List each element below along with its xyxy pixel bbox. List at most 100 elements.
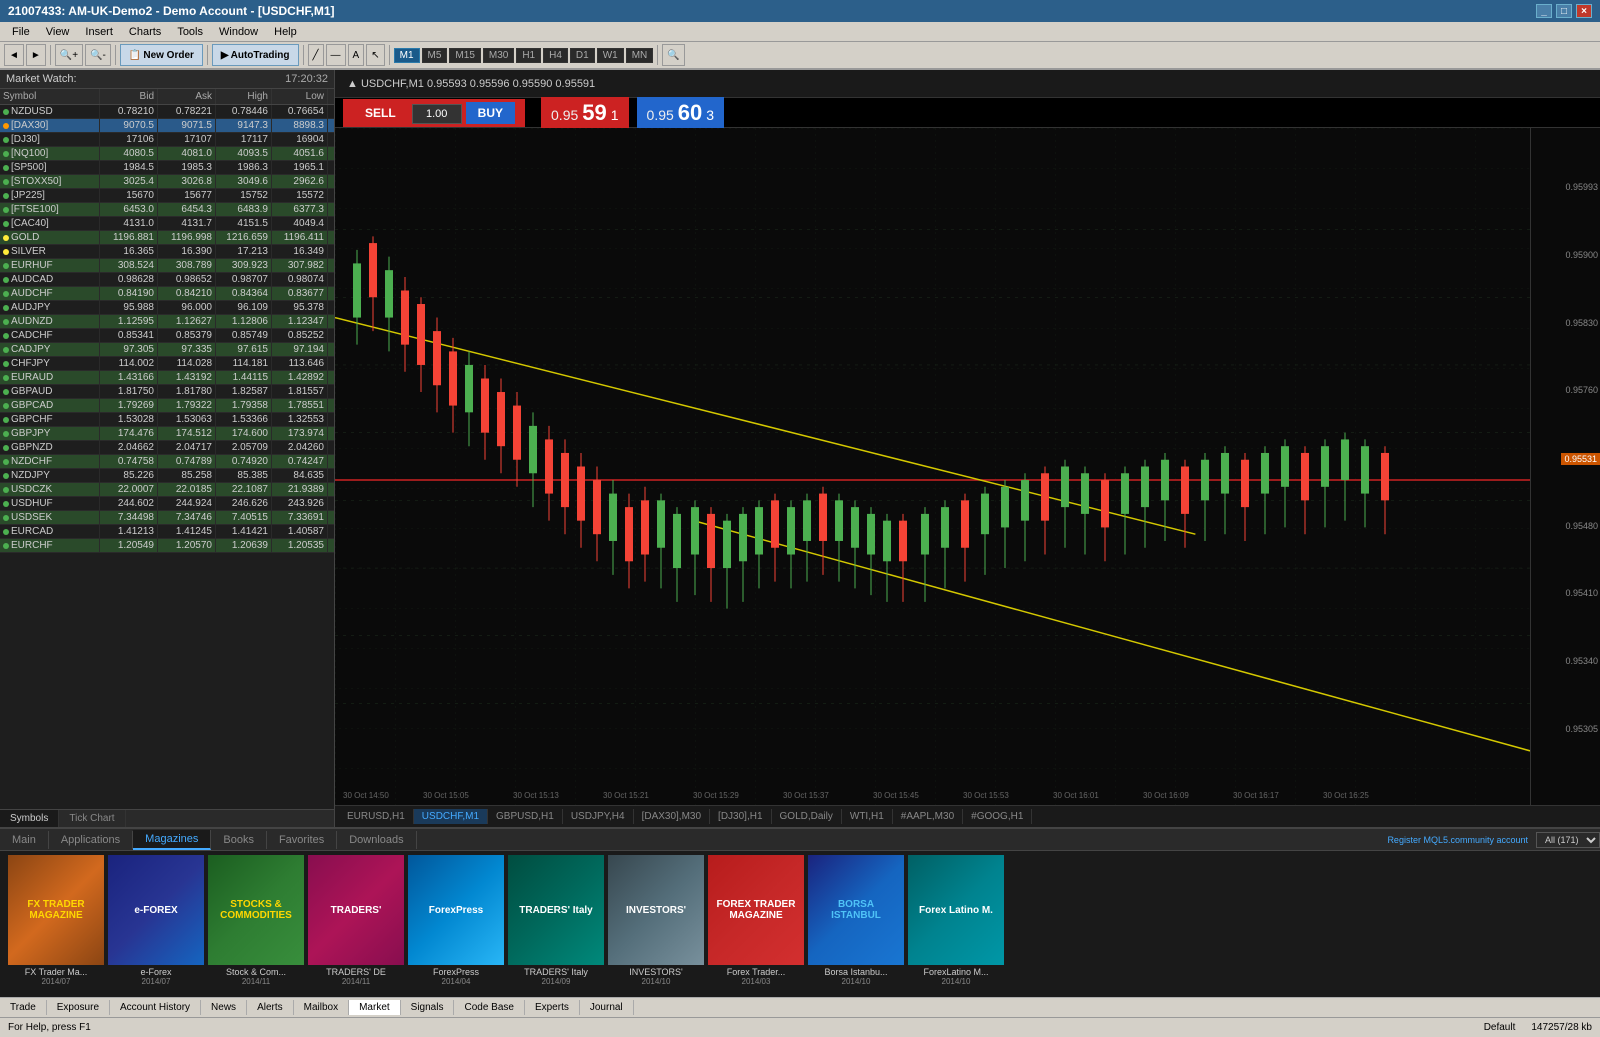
- magazine-item-eforex[interactable]: e-FOREX e-Forex 2014/07: [108, 855, 204, 993]
- menu-charts[interactable]: Charts: [121, 24, 169, 40]
- market-watch-row[interactable]: AUDNZD 1.12595 1.12627 1.12806 1.12347 1…: [0, 315, 334, 329]
- chart-tab-dax30[interactable]: [DAX30],M30: [634, 809, 710, 824]
- tf-m30[interactable]: M30: [483, 48, 514, 63]
- bot-tab-books[interactable]: Books: [211, 831, 267, 849]
- market-watch-row[interactable]: EURCHF 1.20549 1.20570 1.20639 1.20535 1…: [0, 539, 334, 553]
- tf-h4[interactable]: H4: [543, 48, 568, 63]
- tf-w1[interactable]: W1: [597, 48, 624, 63]
- market-watch-row[interactable]: GBPCHF 1.53028 1.53063 1.53366 1.32553 1…: [0, 413, 334, 427]
- tf-d1[interactable]: D1: [570, 48, 595, 63]
- register-link[interactable]: Register MQL5.community account: [1379, 835, 1536, 845]
- lot-size-input[interactable]: [412, 104, 462, 124]
- market-watch-row[interactable]: EURCAD 1.41213 1.41245 1.41421 1.40587 1…: [0, 525, 334, 539]
- chart-tab-goog[interactable]: #GOOG,H1: [963, 809, 1032, 824]
- maximize-button[interactable]: □: [1556, 4, 1572, 18]
- market-watch-row[interactable]: [STOXX50] 3025.4 3026.8 3049.6 2962.6 17…: [0, 175, 334, 189]
- st-journal[interactable]: Journal: [580, 1000, 634, 1015]
- st-mailbox[interactable]: Mailbox: [294, 1000, 349, 1015]
- chart-tab-wti[interactable]: WTI,H1: [842, 809, 893, 824]
- menu-tools[interactable]: Tools: [169, 24, 211, 40]
- market-watch-row[interactable]: [DJ30] 17106 17107 17117 16904 17:20:31: [0, 133, 334, 147]
- market-watch-row[interactable]: USDSEK 7.34498 7.34746 7.40515 7.33691 1…: [0, 511, 334, 525]
- bot-tab-downloads[interactable]: Downloads: [337, 831, 416, 849]
- hline-tool-button[interactable]: —: [326, 44, 346, 66]
- chart-tab-aapl[interactable]: #AAPL,M30: [893, 809, 963, 824]
- minimize-button[interactable]: _: [1536, 4, 1552, 18]
- chart-tab-usdjpy[interactable]: USDJPY,H4: [563, 809, 634, 824]
- market-watch-row[interactable]: CADCHF 0.85341 0.85379 0.85749 0.85252 1…: [0, 329, 334, 343]
- st-news[interactable]: News: [201, 1000, 247, 1015]
- market-watch-row[interactable]: NZDUSD 0.78210 0.78221 0.78446 0.76654 1…: [0, 105, 334, 119]
- market-watch-row[interactable]: GBPCAD 1.79269 1.79322 1.79358 1.78551 1…: [0, 399, 334, 413]
- market-watch-row[interactable]: GOLD 1196.881 1196.998 1216.659 1196.411…: [0, 231, 334, 245]
- market-watch-row[interactable]: [SP500] 1984.5 1985.3 1986.3 1965.1 17:2…: [0, 161, 334, 175]
- st-alerts[interactable]: Alerts: [247, 1000, 294, 1015]
- market-watch-row[interactable]: USDCZK 22.0007 22.0185 22.1087 21.9389 1…: [0, 483, 334, 497]
- mw-tab-tick-chart[interactable]: Tick Chart: [59, 810, 125, 827]
- market-watch-row[interactable]: CHFJPY 114.002 114.028 114.181 113.646 1…: [0, 357, 334, 371]
- market-watch-row[interactable]: EURHUF 308.524 308.789 309.923 307.982 1…: [0, 259, 334, 273]
- market-watch-row[interactable]: AUDJPY 95.988 96.000 96.109 95.378 17:20…: [0, 301, 334, 315]
- st-trade[interactable]: Trade: [0, 1000, 47, 1015]
- tf-mn[interactable]: MN: [626, 48, 654, 63]
- text-tool-button[interactable]: A: [348, 44, 365, 66]
- menu-view[interactable]: View: [38, 24, 78, 40]
- mw-tab-symbols[interactable]: Symbols: [0, 810, 59, 827]
- magazine-item-traders-de[interactable]: TRADERS' TRADERS' DE 2014/11: [308, 855, 404, 993]
- market-watch-row[interactable]: [DAX30] 9070.5 9071.5 9147.3 8898.3 17:2…: [0, 119, 334, 133]
- chart-tab-gbpusd[interactable]: GBPUSD,H1: [488, 809, 563, 824]
- magazine-item-forexpress[interactable]: ForexPress ForexPress 2014/04: [408, 855, 504, 993]
- chart-tab-gold[interactable]: GOLD,Daily: [772, 809, 842, 824]
- magazine-item-stocks-com[interactable]: STOCKS & COMMODITIES Stock & Com... 2014…: [208, 855, 304, 993]
- market-watch-row[interactable]: GBPNZD 2.04662 2.04717 2.05709 2.04260 1…: [0, 441, 334, 455]
- market-watch-row[interactable]: [NQ100] 4080.5 4081.0 4093.5 4051.6 17:2…: [0, 147, 334, 161]
- bot-tab-magazines[interactable]: Magazines: [133, 830, 211, 850]
- market-watch-row[interactable]: GBPAUD 1.81750 1.81780 1.82587 1.81557 1…: [0, 385, 334, 399]
- close-button[interactable]: ×: [1576, 4, 1592, 18]
- market-watch-row[interactable]: NZDJPY 85.226 85.258 85.385 84.635 17:20…: [0, 469, 334, 483]
- chart-tab-eurusd[interactable]: EURUSD,H1: [339, 809, 414, 824]
- tf-m15[interactable]: M15: [449, 48, 480, 63]
- tf-m1[interactable]: M1: [394, 48, 420, 63]
- menu-file[interactable]: File: [4, 24, 38, 40]
- menu-window[interactable]: Window: [211, 24, 266, 40]
- magazine-item-investors[interactable]: INVESTORS' INVESTORS' 2014/10: [608, 855, 704, 993]
- market-watch-row[interactable]: AUDCHF 0.84190 0.84210 0.84364 0.83677 1…: [0, 287, 334, 301]
- bot-tab-applications[interactable]: Applications: [49, 831, 133, 849]
- zoom-out-button[interactable]: 🔍-: [85, 44, 111, 66]
- market-watch-row[interactable]: EURAUD 1.43166 1.43192 1.44115 1.42892 1…: [0, 371, 334, 385]
- magazine-item-fx-trader[interactable]: FX TRADER MAGAZINE FX Trader Ma... 2014/…: [8, 855, 104, 993]
- market-watch-row[interactable]: GBPJPY 174.476 174.512 174.600 173.974 1…: [0, 427, 334, 441]
- st-experts[interactable]: Experts: [525, 1000, 580, 1015]
- st-market[interactable]: Market: [349, 1000, 401, 1015]
- market-watch-row[interactable]: [CAC40] 4131.0 4131.7 4151.5 4049.4 17:2…: [0, 217, 334, 231]
- market-watch-row[interactable]: USDHUF 244.602 244.924 246.626 243.926 1…: [0, 497, 334, 511]
- magazine-item-forex-latino[interactable]: Forex Latino M. ForexLatino M... 2014/10: [908, 855, 1004, 993]
- menu-help[interactable]: Help: [266, 24, 305, 40]
- bot-tab-favorites[interactable]: Favorites: [267, 831, 337, 849]
- zoom-in-button[interactable]: 🔍+: [55, 44, 83, 66]
- menu-insert[interactable]: Insert: [77, 24, 121, 40]
- new-order-button[interactable]: 📋 New Order: [120, 44, 203, 66]
- market-watch-row[interactable]: NZDCHF 0.74758 0.74789 0.74920 0.74247 1…: [0, 455, 334, 469]
- magazine-item-traders-italy[interactable]: TRADERS' Italy TRADERS' Italy 2014/09: [508, 855, 604, 993]
- market-watch-row[interactable]: SILVER 16.365 16.390 17.213 16.349 17:20…: [0, 245, 334, 259]
- back-button[interactable]: ◄: [4, 44, 24, 66]
- st-code-base[interactable]: Code Base: [454, 1000, 524, 1015]
- bot-tab-main[interactable]: Main: [0, 831, 49, 849]
- chart-canvas-container[interactable]: 30 Oct 14:50 30 Oct 15:05 30 Oct 15:13 3…: [335, 128, 1530, 805]
- market-watch-row[interactable]: CADJPY 97.305 97.335 97.615 97.194 17:20…: [0, 343, 334, 357]
- st-signals[interactable]: Signals: [401, 1000, 455, 1015]
- magazine-item-forex-trader[interactable]: FOREX TRADER MAGAZINE Forex Trader... 20…: [708, 855, 804, 993]
- st-account-history[interactable]: Account History: [110, 1000, 201, 1015]
- market-watch-row[interactable]: AUDCAD 0.98628 0.98652 0.98707 0.98074 1…: [0, 273, 334, 287]
- line-tool-button[interactable]: ╱: [308, 44, 324, 66]
- market-watch-row[interactable]: [FTSE100] 6453.0 6454.3 6483.9 6377.3 17…: [0, 203, 334, 217]
- st-exposure[interactable]: Exposure: [47, 1000, 110, 1015]
- tf-m5[interactable]: M5: [422, 48, 448, 63]
- arrow-tool-button[interactable]: ↖: [366, 44, 384, 66]
- sell-button[interactable]: SELL: [353, 102, 408, 124]
- tf-h1[interactable]: H1: [516, 48, 541, 63]
- forward-button[interactable]: ►: [26, 44, 46, 66]
- search-button[interactable]: 🔍: [662, 44, 684, 66]
